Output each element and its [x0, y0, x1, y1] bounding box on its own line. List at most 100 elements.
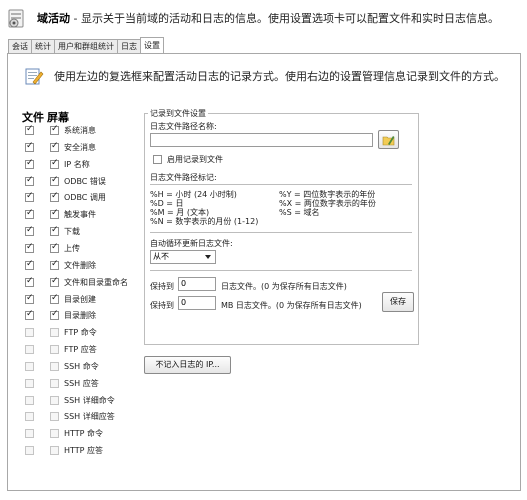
intro-text: 使用左边的复选框来配置活动日志的记录方式。使用右边的设置管理信息记录到文件的方式… — [54, 70, 505, 83]
log-item-label: FTP 命令 — [64, 328, 97, 337]
log-item-label: 系统消息 — [64, 126, 96, 135]
log-screen-checkbox[interactable] — [50, 429, 59, 438]
log-screen-checkbox[interactable] — [50, 158, 59, 169]
enable-file-log-checkbox[interactable] — [153, 155, 162, 164]
log-file-checkbox[interactable] — [25, 259, 34, 270]
tab-statistics[interactable]: 统计 — [31, 39, 55, 53]
token-year-2: %X = 两位数字表示的年份 — [279, 199, 376, 208]
log-item-label: 目录删除 — [64, 311, 96, 320]
log-item-label: 下载 — [64, 227, 80, 236]
keep-files-prefix: 保持到 — [150, 282, 174, 291]
folder-edit-icon — [382, 136, 395, 146]
log-file-checkbox[interactable] — [25, 379, 34, 388]
log-file-checkbox[interactable] — [25, 208, 34, 219]
log-screen-checkbox[interactable] — [50, 309, 59, 320]
enable-file-log-label: 启用记录到文件 — [167, 155, 223, 164]
tab-user-group-statistics[interactable]: 用户和群组统计 — [54, 39, 118, 53]
log-file-checkbox[interactable] — [25, 412, 34, 421]
token-domain: %S = 域名 — [279, 208, 320, 217]
edit-settings-icon — [25, 68, 44, 85]
page-title: 域活动 — [37, 12, 70, 25]
keep-mb-suffix: MB 日志文件。(0 为保存所有日志文件) — [221, 301, 362, 310]
log-screen-checkbox[interactable] — [50, 276, 59, 287]
log-item-label: SSH 详细命令 — [64, 396, 115, 405]
log-item-label: ODBC 错误 — [64, 177, 106, 186]
log-file-checkbox[interactable] — [25, 141, 34, 152]
log-file-checkbox[interactable] — [25, 175, 34, 186]
keep-files-suffix: 日志文件。(0 为保存所有日志文件) — [221, 282, 347, 291]
token-hour: %H = 小时 (24 小时制) — [150, 190, 237, 199]
log-screen-checkbox[interactable] — [50, 175, 59, 186]
log-item-label: 目录创建 — [64, 295, 96, 304]
log-file-checkbox[interactable] — [25, 158, 34, 169]
log-file-checkbox[interactable] — [25, 225, 34, 236]
no-log-ip-button[interactable]: 不记入日志的 IP... — [144, 356, 231, 374]
keep-mb-prefix: 保持到 — [150, 301, 174, 310]
token-day: %D = 日 — [150, 199, 184, 208]
log-screen-checkbox[interactable] — [50, 242, 59, 253]
chevron-down-icon — [205, 255, 211, 259]
log-item-label: SSH 应答 — [64, 379, 99, 388]
log-item-label: SSH 详细应答 — [64, 412, 115, 421]
log-screen-checkbox[interactable] — [50, 208, 59, 219]
keep-mb-input[interactable]: 0 — [178, 296, 216, 310]
separator — [150, 270, 412, 271]
log-file-checkbox[interactable] — [25, 429, 34, 438]
tokens-title: 日志文件路径标记: — [150, 173, 217, 182]
log-file-checkbox[interactable] — [25, 362, 34, 371]
page-header: 域活动 - 显示关于当前域的活动和日志的信息。使用设置选项卡可以配置文件和实时日… — [37, 10, 499, 26]
log-screen-checkbox[interactable] — [50, 412, 59, 421]
tokens-right-list: %Y = 四位数字表示的年份 %X = 两位数字表示的年份 %S = 域名 — [279, 189, 376, 217]
log-item-label: SSH 命令 — [64, 362, 99, 371]
log-screen-checkbox[interactable] — [50, 396, 59, 405]
log-screen-checkbox[interactable] — [50, 362, 59, 371]
log-path-input[interactable] — [150, 133, 373, 147]
column-screen-heading: 屏幕 — [47, 111, 69, 124]
log-item-label: 上传 — [64, 244, 80, 253]
tab-log[interactable]: 日志 — [117, 39, 141, 53]
log-screen-checkbox[interactable] — [50, 259, 59, 270]
settings-legend: 记录到文件设置 — [148, 108, 208, 119]
log-file-checkbox[interactable] — [25, 242, 34, 253]
log-file-checkbox[interactable] — [25, 191, 34, 202]
log-item-label: HTTP 命令 — [64, 429, 104, 438]
log-file-checkbox[interactable] — [25, 396, 34, 405]
log-screen-checkbox[interactable] — [50, 124, 59, 135]
log-screen-checkbox[interactable] — [50, 345, 59, 354]
log-item-label: 触发事件 — [64, 210, 96, 219]
path-label: 日志文件路径名称: — [150, 122, 217, 131]
log-screen-checkbox[interactable] — [50, 225, 59, 236]
log-file-checkbox[interactable] — [25, 446, 34, 455]
log-screen-checkbox[interactable] — [50, 293, 59, 304]
keep-files-input[interactable]: 0 — [178, 277, 216, 291]
log-screen-checkbox[interactable] — [50, 328, 59, 337]
column-file-heading: 文件 — [22, 111, 44, 124]
log-item-label: IP 名称 — [64, 160, 90, 169]
tab-settings[interactable]: 设置 — [140, 37, 164, 53]
tokens-left-list: %H = 小时 (24 小时制) %D = 日 %M = 月 (文本) %N =… — [150, 189, 259, 226]
tab-sessions[interactable]: 会话 — [8, 39, 32, 53]
rotate-label: 自动循环更新日志文件: — [150, 239, 233, 248]
separator — [150, 184, 412, 185]
log-file-checkbox[interactable] — [25, 124, 34, 135]
log-file-checkbox[interactable] — [25, 276, 34, 287]
server-activity-icon — [8, 9, 24, 28]
separator — [150, 232, 412, 233]
log-screen-checkbox[interactable] — [50, 379, 59, 388]
log-file-checkbox[interactable] — [25, 328, 34, 337]
log-screen-checkbox[interactable] — [50, 141, 59, 152]
page-description: - 显示关于当前域的活动和日志的信息。使用设置选项卡可以配置文件和实时日志信息。 — [70, 12, 499, 25]
save-button[interactable]: 保存 — [382, 292, 414, 312]
browse-path-button[interactable] — [378, 130, 399, 149]
log-item-label: 安全消息 — [64, 143, 96, 152]
log-item-label: ODBC 调用 — [64, 193, 106, 202]
log-screen-checkbox[interactable] — [50, 446, 59, 455]
log-file-checkbox[interactable] — [25, 345, 34, 354]
log-file-checkbox[interactable] — [25, 309, 34, 320]
token-month-number: %N = 数字表示的月份 (1-12) — [150, 217, 259, 226]
rotate-select[interactable]: 从不 — [150, 250, 216, 264]
log-screen-checkbox[interactable] — [50, 191, 59, 202]
rotate-selected-value: 从不 — [153, 252, 169, 261]
log-item-label: 文件删除 — [64, 261, 96, 270]
log-file-checkbox[interactable] — [25, 293, 34, 304]
